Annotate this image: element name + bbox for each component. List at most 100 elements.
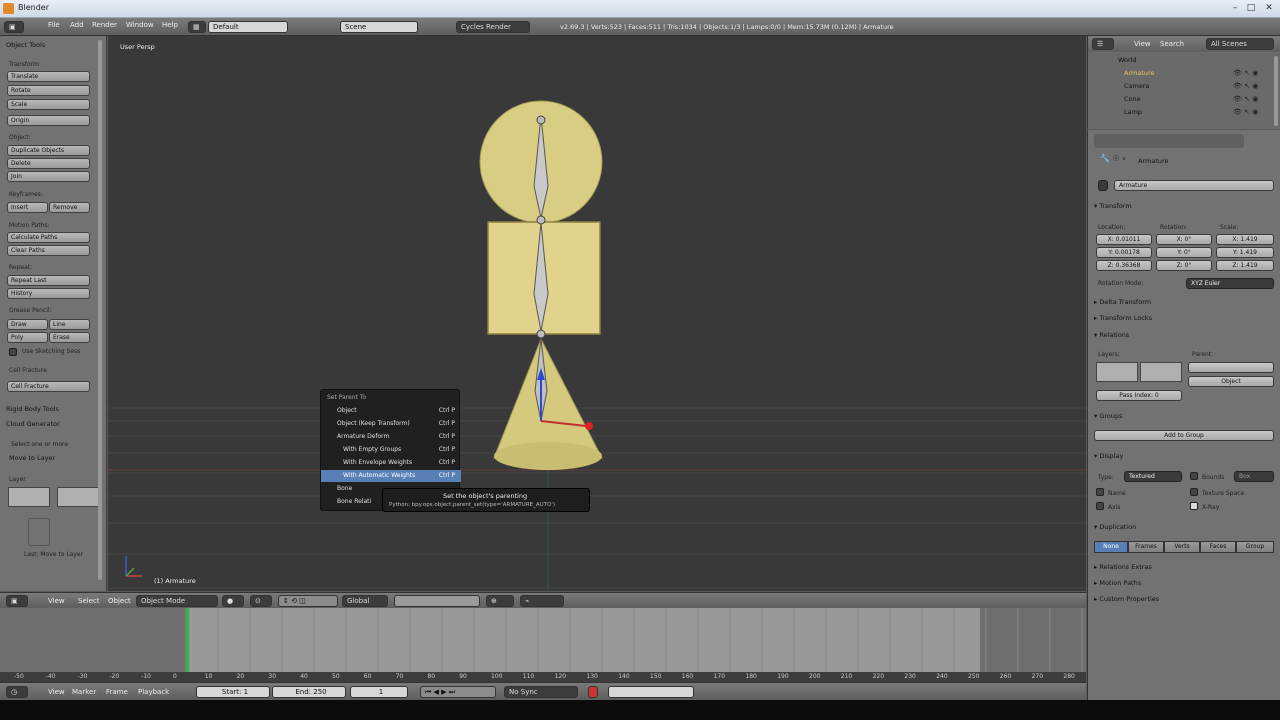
editor-type-icon[interactable]: ◷ [6,686,28,698]
layout-icon[interactable]: ▦ [188,21,206,33]
3d-viewport[interactable]: User Persp (1) Armature [108,36,1086,591]
dup-tab-frames[interactable]: Frames [1128,541,1164,553]
tool-shelf-scrollbar[interactable] [98,40,102,580]
mode-select[interactable]: Object Mode [136,595,218,607]
duplication-panel[interactable]: ▾ Duplication [1094,523,1136,531]
add-to-group-button[interactable]: Add to Group [1094,430,1274,441]
object-name-field[interactable]: Armature [1114,180,1274,191]
location-x[interactable]: X: 0.01011 [1096,234,1152,245]
rotation-mode-select[interactable]: XYZ Euler [1186,278,1274,289]
motion-paths-panel[interactable]: ▸ Motion Paths [1094,579,1141,587]
calculate-paths-button[interactable]: Calculate Paths [7,232,90,243]
bounds-checkbox[interactable] [1190,472,1198,480]
parent-envelope-weights-item[interactable]: With Envelope Weights Ctrl P [321,457,461,469]
scene-select[interactable]: Scene [340,21,418,33]
editor-type-icon[interactable]: ☰ [1092,38,1114,50]
poly-button[interactable]: Poly [7,332,48,343]
rotation-z[interactable]: Z: 0° [1156,260,1212,271]
menu-playback[interactable]: Playback [138,688,169,696]
location-z[interactable]: Z: 0.36368 [1096,260,1152,271]
current-frame-field[interactable]: 1 [350,686,408,698]
parent-keep-transform-item[interactable]: Object (Keep Transform) Ctrl P [321,418,461,430]
record-icon[interactable] [588,686,598,698]
custom-properties-panel[interactable]: ▸ Custom Properties [1094,595,1159,603]
cloud-generator-panel[interactable]: Cloud Generator [6,420,60,428]
display-mode-select[interactable]: All Scenes [1206,38,1274,50]
line-button[interactable]: Line [49,319,90,330]
editor-type-icon[interactable]: ▣ [6,595,28,607]
maximize-icon[interactable]: □ [1244,2,1258,14]
relations-extras-panel[interactable]: ▸ Relations Extras [1094,563,1152,571]
parent-automatic-weights-item[interactable]: With Automatic Weights Ctrl P [321,470,461,482]
bounds-type-select[interactable]: Box [1234,471,1274,482]
parent-type-select[interactable]: Object [1188,376,1274,387]
editor-type-icon[interactable]: ▣ [4,21,24,33]
scale-y[interactable]: Y: 1.419 [1216,247,1274,258]
groups-panel[interactable]: ▾ Groups [1094,412,1123,420]
menu-view[interactable]: View [48,597,65,605]
scale-z[interactable]: Z: 1.419 [1216,260,1274,271]
menu-view[interactable]: View [48,688,65,696]
render-engine-select[interactable]: Cycles Render [456,21,530,33]
menu-marker[interactable]: Marker [72,688,96,696]
outliner-item-world[interactable]: World [1118,54,1280,66]
menu-search[interactable]: Search [1160,40,1184,48]
draw-type-select[interactable]: Textured [1124,471,1182,482]
dup-tab-none[interactable]: None [1094,541,1128,553]
clear-paths-button[interactable]: Clear Paths [7,245,90,256]
xray-checkbox[interactable] [1190,502,1198,510]
parent-empty-groups-item[interactable]: With Empty Groups Ctrl P [321,444,461,456]
end-frame-field[interactable]: End: 250 [272,686,346,698]
repeat-last-button[interactable]: Repeat Last [7,275,90,286]
minimize-icon[interactable]: – [1228,2,1242,14]
parent-field[interactable] [1188,362,1274,373]
properties-tabs[interactable] [1094,134,1244,148]
rotate-button[interactable]: Rotate [7,85,90,96]
viewport-shading-icon[interactable]: ● [222,595,244,607]
parent-armature-deform-item[interactable]: Armature Deform Ctrl P [321,431,461,443]
rotation-y[interactable]: Y: 0° [1156,247,1212,258]
erase-button[interactable]: Erase [49,332,90,343]
scene-canvas[interactable] [108,36,1086,591]
sketching-checkbox[interactable] [9,348,17,356]
rigid-body-tools-panel[interactable]: Rigid Body Tools [6,405,59,413]
close-icon[interactable]: ✕ [1262,2,1276,14]
start-frame-field[interactable]: Start: 1 [196,686,270,698]
menu-add[interactable]: Add [70,21,84,29]
layer-grid-left[interactable] [8,487,50,507]
draw-button[interactable]: Draw [7,319,48,330]
pass-index-field[interactable]: Pass Index: 0 [1096,390,1182,401]
menu-object[interactable]: Object [108,597,131,605]
pivot-icon[interactable]: ⊙ [250,595,272,607]
menu-frame[interactable]: Frame [106,688,128,696]
menu-render[interactable]: Render [92,21,117,29]
sync-select[interactable]: No Sync [504,686,578,698]
layers-grid-left[interactable] [1096,362,1138,382]
rotation-x[interactable]: X: 0° [1156,234,1212,245]
timeline-area[interactable] [0,608,1086,672]
playback-controls[interactable]: ⏮ ◀ ▶ ⏭ [420,686,496,698]
transform-panel[interactable]: ▾ Transform [1094,202,1132,210]
layers-grid-right[interactable] [1140,362,1182,382]
object-tools-header[interactable]: Object Tools [6,41,45,49]
name-checkbox[interactable] [1096,488,1104,496]
cell-fracture-button[interactable]: Cell Fracture [7,381,90,392]
duplicate-button[interactable]: Duplicate Objects [7,145,90,156]
current-frame-marker[interactable] [186,608,189,672]
menu-file[interactable]: File [48,21,60,29]
menu-window[interactable]: Window [126,21,154,29]
texture-space-checkbox[interactable] [1190,488,1198,496]
menu-select[interactable]: Select [78,597,100,605]
layer-grid-right[interactable] [57,487,99,507]
move-to-layer-panel[interactable]: Move to Layer [9,454,55,462]
dup-tab-group[interactable]: Group [1236,541,1274,553]
delta-transform-panel[interactable]: ▸ Delta Transform [1094,298,1151,306]
layer-buttons[interactable] [394,595,480,607]
delete-button[interactable]: Delete [7,158,90,169]
translate-button[interactable]: Translate [7,71,90,82]
relations-panel[interactable]: ▾ Relations [1094,331,1129,339]
display-panel[interactable]: ▾ Display [1094,452,1123,460]
insert-keyframe-button[interactable]: Insert [7,202,48,213]
axis-checkbox[interactable] [1096,502,1104,510]
outliner-scrollbar[interactable] [1274,56,1278,126]
